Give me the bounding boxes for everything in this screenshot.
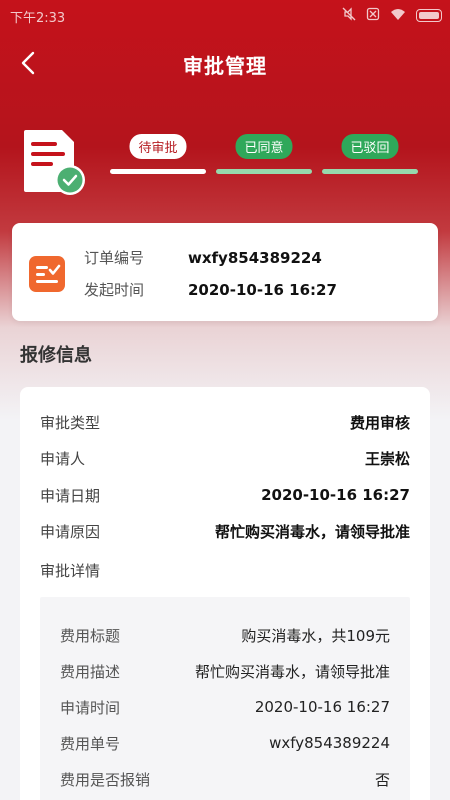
info-row-type: 审批类型 费用审核 <box>40 410 410 434</box>
info-row-date: 申请日期 2020-10-16 16:27 <box>40 483 410 507</box>
approval-detail-box: 费用标题 购买消毒水，共109元 费用描述 帮忙购买消毒水，请领导批准 申请时间… <box>40 597 410 800</box>
info-row-applicant: 申请人 王崇松 <box>40 446 410 470</box>
order-time-label: 发起时间 <box>84 281 145 299</box>
battery-icon <box>416 9 442 22</box>
detail-label: 费用标题 <box>60 626 121 645</box>
step-rejected-label: 已驳回 <box>341 134 399 159</box>
detail-value: 2020-10-16 16:27 <box>254 698 390 716</box>
order-number-label: 订单编号 <box>84 249 145 267</box>
step-pending: 待审批 <box>110 134 206 184</box>
order-number-value: wxfy854389224 <box>188 249 322 267</box>
document-check-icon <box>22 128 88 198</box>
detail-value: wxfy854389224 <box>269 734 390 752</box>
section-title: 报修信息 <box>20 345 92 366</box>
step-rejected-bar <box>322 169 418 174</box>
no-sim-icon <box>366 7 380 24</box>
detail-value: 帮忙购买消毒水，请领导批准 <box>194 662 390 681</box>
detail-section-label: 审批详情 <box>40 561 101 580</box>
detail-row-time: 申请时间 2020-10-16 16:27 <box>60 695 390 719</box>
info-label: 申请人 <box>40 449 86 468</box>
order-card: 订单编号 wxfy854389224 发起时间 2020-10-16 16:27 <box>12 223 438 321</box>
info-label: 申请原因 <box>40 522 101 541</box>
detail-row-reimbursed: 费用是否报销 否 <box>60 767 390 791</box>
order-time-row: 发起时间 2020-10-16 16:27 <box>84 279 337 300</box>
info-label: 申请日期 <box>40 486 101 505</box>
info-row-reason: 申请原因 帮忙购买消毒水，请领导批准 <box>40 519 410 543</box>
detail-value: 否 <box>374 770 390 789</box>
repair-info-card: 审批类型 费用审核 申请人 王崇松 申请日期 2020-10-16 16:27 … <box>20 387 430 800</box>
order-number-row: 订单编号 wxfy854389224 <box>84 247 322 268</box>
step-approved: 已同意 <box>216 134 312 184</box>
navigation-bar: 审批管理 <box>0 40 450 86</box>
step-pending-bar <box>110 169 206 174</box>
detail-row-title: 费用标题 购买消毒水，共109元 <box>60 623 390 647</box>
order-time-value: 2020-10-16 16:27 <box>188 281 337 299</box>
info-value: 帮忙购买消毒水，请领导批准 <box>214 522 410 541</box>
detail-label: 申请时间 <box>60 698 121 717</box>
approval-progress: 待审批 已同意 已驳回 <box>0 122 450 202</box>
info-row-detail: 审批详情 <box>40 558 410 582</box>
step-pending-label: 待审批 <box>129 134 187 159</box>
wifi-icon <box>390 8 406 24</box>
step-rejected: 已驳回 <box>322 134 418 184</box>
status-icons <box>342 7 442 24</box>
detail-label: 费用单号 <box>60 734 121 753</box>
detail-row-number: 费用单号 wxfy854389224 <box>60 731 390 755</box>
detail-label: 费用是否报销 <box>60 770 151 789</box>
step-approved-label: 已同意 <box>235 134 293 159</box>
info-value: 2020-10-16 16:27 <box>261 486 410 504</box>
detail-row-description: 费用描述 帮忙购买消毒水，请领导批准 <box>60 659 390 683</box>
detail-label: 费用描述 <box>60 662 121 681</box>
status-bar: 下午2:33 <box>0 0 450 30</box>
step-approved-bar <box>216 169 312 174</box>
checklist-icon <box>28 255 66 293</box>
info-value: 王崇松 <box>364 449 410 468</box>
info-value: 费用审核 <box>349 413 410 432</box>
page-title: 审批管理 <box>183 54 267 78</box>
detail-value: 购买消毒水，共109元 <box>241 626 390 645</box>
info-label: 审批类型 <box>40 413 101 432</box>
mute-icon <box>342 7 356 24</box>
status-time: 下午2:33 <box>10 11 66 26</box>
